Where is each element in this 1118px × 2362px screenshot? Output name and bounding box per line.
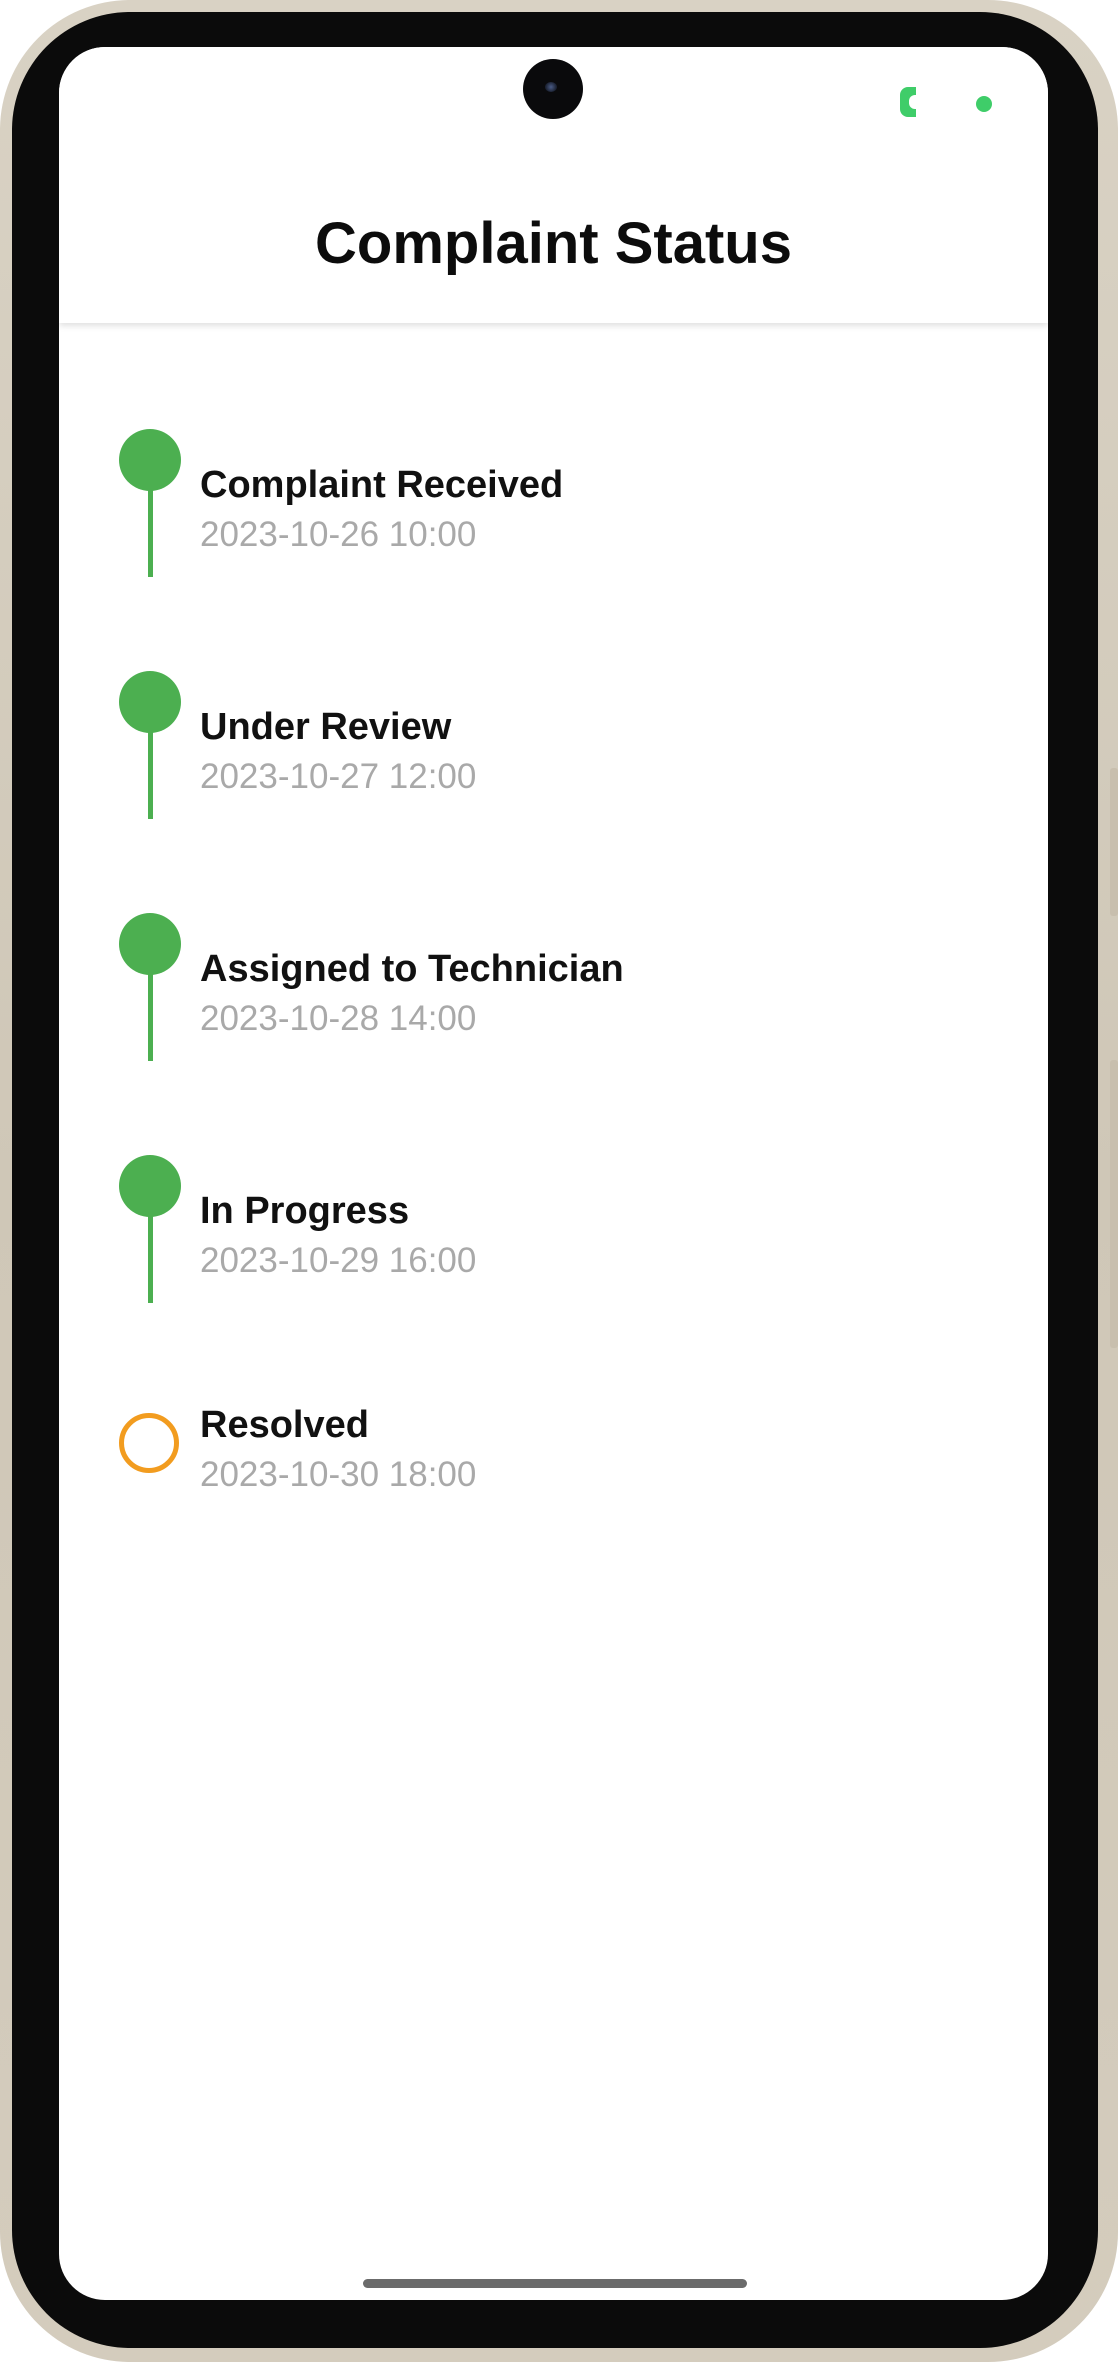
timeline-step-assigned: Assigned to Technician 2023-10-28 14:00 bbox=[59, 913, 1048, 1113]
step-timestamp: 2023-10-26 10:00 bbox=[200, 515, 477, 554]
status-dot-icon bbox=[976, 96, 992, 112]
front-camera bbox=[523, 59, 583, 119]
timeline-step-under-review: Under Review 2023-10-27 12:00 bbox=[59, 671, 1048, 871]
timeline-step-in-progress: In Progress 2023-10-29 16:00 bbox=[59, 1155, 1048, 1355]
step-timestamp: 2023-10-27 12:00 bbox=[200, 757, 477, 796]
home-indicator[interactable] bbox=[363, 2279, 747, 2288]
status-indicator-icon bbox=[900, 87, 918, 117]
step-label: In Progress bbox=[200, 1190, 410, 1232]
page-title: Complaint Status bbox=[315, 211, 792, 276]
timeline-connector bbox=[148, 469, 153, 577]
timeline-step-resolved: Resolved 2023-10-30 18:00 bbox=[59, 1367, 1048, 1567]
power-button bbox=[1110, 1060, 1118, 1348]
phone-frame: Complaint Status Complaint Received 2023… bbox=[0, 0, 1118, 2362]
timeline-connector bbox=[148, 1195, 153, 1303]
step-label: Assigned to Technician bbox=[200, 948, 624, 990]
timeline-connector bbox=[148, 711, 153, 819]
app-screen: Complaint Status Complaint Received 2023… bbox=[59, 47, 1048, 2300]
step-timestamp: 2023-10-28 14:00 bbox=[200, 999, 477, 1038]
step-label: Resolved bbox=[200, 1404, 369, 1446]
step-label: Complaint Received bbox=[200, 464, 564, 506]
step-timestamp: 2023-10-29 16:00 bbox=[200, 1241, 477, 1280]
step-timestamp: 2023-10-30 18:00 bbox=[200, 1455, 477, 1494]
pending-step-icon bbox=[119, 1413, 179, 1473]
step-label: Under Review bbox=[200, 706, 452, 748]
timeline-connector bbox=[148, 953, 153, 1061]
timeline-step-complaint-received: Complaint Received 2023-10-26 10:00 bbox=[59, 429, 1048, 629]
volume-button bbox=[1110, 768, 1118, 916]
